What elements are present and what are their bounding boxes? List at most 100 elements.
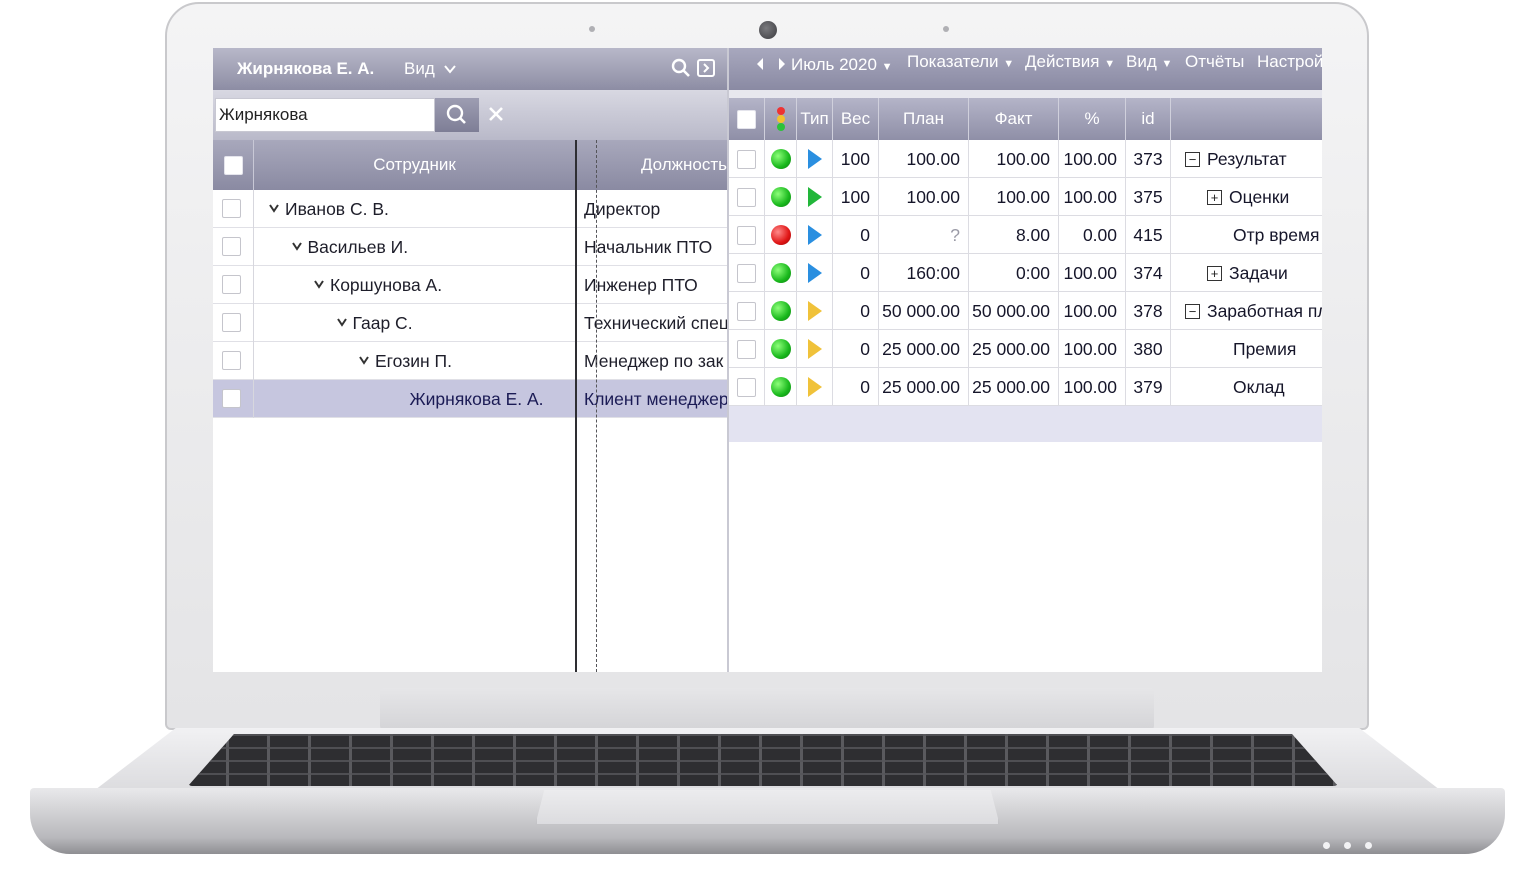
kpi-row[interactable]: 0 25 000.00 25 000.00 100.00 379 Оклад (729, 368, 1322, 406)
type-flag-icon (807, 149, 822, 169)
column-resizer[interactable] (575, 140, 577, 672)
employee-name-cell: Васильев И. (291, 237, 408, 258)
row-checkbox[interactable] (222, 275, 241, 294)
employee-name: Коршунова А. (330, 275, 443, 295)
tree-row[interactable]: Жирнякова Е. А. Клиент менеджер (213, 380, 729, 418)
row-checkbox[interactable] (222, 389, 241, 408)
menu-reports[interactable]: Отчёты (1185, 52, 1244, 72)
clear-icon[interactable] (484, 102, 508, 126)
type-cell (797, 330, 833, 368)
chevron-down-icon[interactable] (336, 317, 347, 327)
chevron-down-icon (443, 65, 456, 74)
row-checkbox[interactable] (222, 237, 241, 256)
percent-cell: 100.00 (1059, 368, 1126, 406)
type-cell (797, 292, 833, 330)
caret-down-icon: ▼ (881, 61, 893, 73)
kpi-row[interactable]: 0 25 000.00 25 000.00 100.00 380 Премия (729, 330, 1322, 368)
menu-actions[interactable]: Действия ▼ (1025, 52, 1115, 72)
view-menu[interactable]: Вид (404, 59, 456, 79)
employee-toolbar: Жирнякова Е. А. Вид (213, 48, 727, 90)
sensor-dot (589, 26, 595, 32)
column-header-plan[interactable]: План (879, 98, 969, 140)
status-lamp-icon (770, 301, 791, 321)
tree-row[interactable]: Егозин П. Менеджер по зак (213, 342, 727, 380)
row-checkbox[interactable] (737, 263, 756, 283)
column-header-id[interactable]: id (1126, 98, 1171, 140)
status-lamp-icon (770, 225, 791, 245)
tree-row[interactable]: Васильев И. Начальник ПТО (213, 228, 727, 266)
tree-row[interactable]: Иванов С. В. Директор (213, 190, 727, 228)
weight-cell: 100 (833, 178, 879, 216)
select-all-checkbox[interactable] (223, 155, 243, 175)
cell-divider (253, 380, 254, 418)
fact-cell: 25 000.00 (969, 330, 1059, 368)
employee-name-cell: Гаар С. (336, 313, 413, 334)
menu-view[interactable]: Вид ▼ (1126, 52, 1172, 72)
next-icon[interactable] (777, 57, 787, 71)
tree-row[interactable]: Коршунова А. Инженер ПТО (213, 266, 727, 304)
column-header-name[interactable] (1171, 98, 1322, 140)
chevron-down-icon[interactable] (269, 203, 279, 213)
chevron-down-icon[interactable] (291, 241, 302, 251)
kpi-row[interactable]: 100 100.00 100.00 100.00 375 + Оценки (729, 178, 1322, 216)
row-checkbox[interactable] (737, 339, 756, 359)
search-input[interactable] (215, 98, 435, 132)
column-header-position[interactable]: Должность (576, 140, 727, 190)
column-header-type[interactable]: Тип (797, 98, 833, 140)
status-lamp-icon (770, 187, 791, 207)
weight-cell: 100 (833, 140, 879, 178)
keyboard-rows (188, 734, 1338, 786)
chevron-down-icon[interactable] (359, 355, 369, 365)
id-cell: 415 (1126, 216, 1171, 254)
indicator-name-wrap: Премия (1233, 339, 1296, 360)
laptop-hinge (380, 688, 1154, 730)
chevron-down-icon[interactable] (314, 279, 324, 289)
column-header-status[interactable] (765, 98, 797, 140)
row-checkbox[interactable] (737, 301, 756, 321)
cell-divider (253, 190, 254, 228)
column-header-weight[interactable]: Вес (833, 98, 879, 140)
kpi-row[interactable]: 0 50 000.00 50 000.00 100.00 378− Заработная … (729, 292, 1322, 330)
row-checkbox[interactable] (737, 225, 756, 245)
row-checkbox[interactable] (222, 313, 241, 332)
row-checkbox[interactable] (222, 199, 241, 218)
prev-icon[interactable] (755, 57, 765, 71)
weight-cell: 0 (833, 292, 879, 330)
employee-name: Жирнякова Е. А. (409, 389, 544, 409)
expand-node-icon[interactable]: + (1207, 265, 1222, 281)
menu-indicators[interactable]: Показатели ▼ (907, 52, 1014, 72)
fact-cell: 25 000.00 (969, 368, 1059, 406)
search-button[interactable] (435, 98, 479, 132)
select-all-checkbox[interactable] (737, 109, 756, 129)
column-header-employee[interactable]: Сотрудник (254, 140, 576, 190)
type-cell (797, 254, 833, 292)
indicator-name-cell: Премия (1171, 330, 1322, 368)
row-checkbox[interactable] (737, 187, 756, 207)
caret-down-icon: ▼ (1003, 58, 1015, 70)
kpi-row[interactable]: 100 100.00 100.00 100.00 373− Результат (729, 140, 1322, 178)
indicator-name: Оклад (1233, 376, 1285, 397)
collapse-icon[interactable]: − (1185, 151, 1200, 167)
kpi-row[interactable]: 0? 8.00 0.00 415 Отр время (729, 216, 1322, 254)
row-checkbox[interactable] (737, 377, 756, 397)
search-icon[interactable] (671, 58, 691, 78)
kpi-toolbar: Июль 2020 ▼ Показатели ▼ Действия ▼ Вид … (729, 48, 1322, 90)
row-select-cell (729, 178, 765, 216)
menu-settings[interactable]: Настрой (1257, 52, 1322, 72)
plan-cell: ? (879, 216, 969, 254)
kpi-row[interactable]: 0 160:00 0:00 100.00 374 + Задачи (729, 254, 1322, 292)
indicator-name-cell: Отр время (1171, 216, 1322, 254)
column-header-fact[interactable]: Факт (969, 98, 1059, 140)
tree-row[interactable]: Гаар С. Технический спец (213, 304, 729, 342)
cell-divider (253, 266, 254, 304)
period-selector[interactable]: Июль 2020 ▼ (791, 55, 893, 75)
row-checkbox[interactable] (222, 351, 241, 370)
expand-node-icon[interactable]: + (1207, 189, 1222, 205)
expand-icon[interactable] (696, 58, 716, 78)
indicator-name-wrap: Оклад (1233, 377, 1285, 398)
column-header-percent[interactable]: % (1059, 98, 1126, 140)
collapse-icon[interactable]: − (1185, 303, 1200, 319)
row-checkbox[interactable] (737, 149, 756, 169)
type-flag-icon (807, 301, 822, 321)
period-label: Июль 2020 (791, 55, 877, 74)
